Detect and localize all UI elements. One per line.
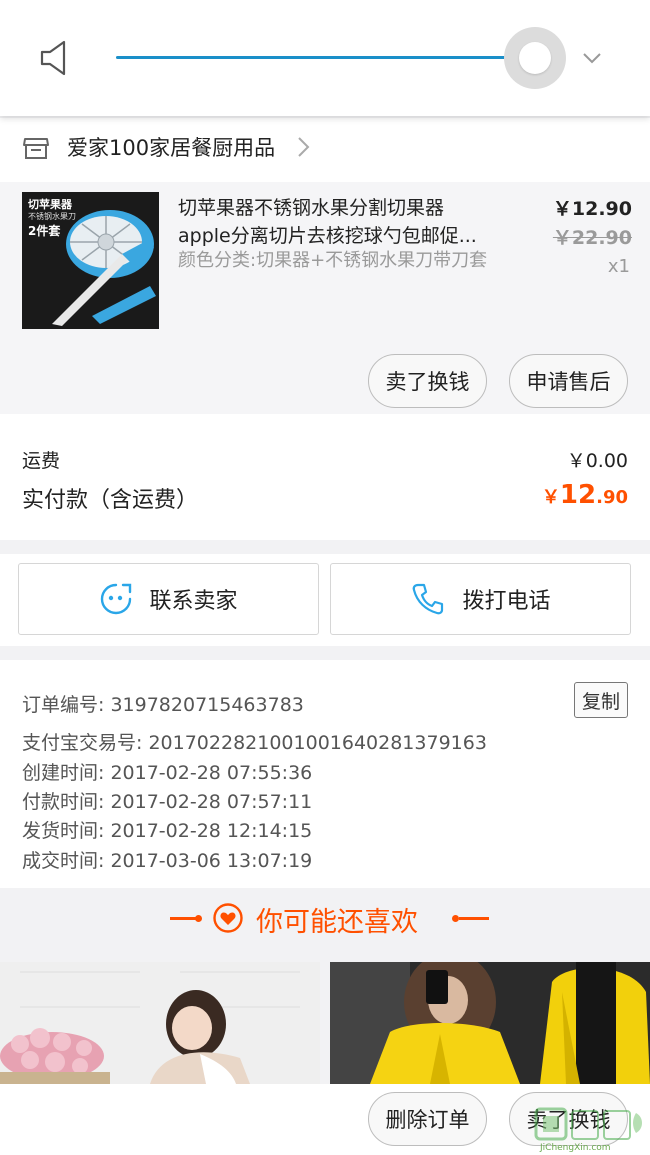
paid-time-value: 2017-02-28 07:57:11: [110, 791, 313, 813]
total-label: 实付款（含运费）: [22, 488, 199, 513]
total-value: ￥12.90: [542, 480, 628, 510]
order-number-value: 3197820715463783: [110, 694, 304, 716]
copy-button[interactable]: 复制: [574, 682, 628, 718]
product-title-line-2: apple分离切片去核挖球勺包邮促...: [178, 225, 477, 247]
contact-seller-button[interactable]: 联系卖家: [18, 563, 319, 635]
product-photo-yellow-jacket: [330, 962, 650, 1084]
product-title[interactable]: 切苹果器不锈钢水果分割切果器 apple分离切片去核挖球勺包邮促...: [178, 194, 518, 250]
completed-time-key: 成交时间:: [22, 850, 111, 872]
phone-icon: [413, 583, 444, 615]
order-number-row: 订单编号: 3197820715463783: [22, 690, 304, 717]
call-phone-label: 拨打电话: [462, 589, 551, 614]
original-price: ￥22.90: [552, 227, 632, 249]
recommended-product-2[interactable]: [330, 962, 650, 1084]
chevron-right-icon: [298, 137, 310, 157]
chat-face-icon: [101, 583, 132, 615]
product-thumbnail[interactable]: 切苹果器 不锈钢水果刀 2件套: [22, 192, 159, 329]
chevron-down-icon[interactable]: [580, 46, 604, 70]
decor-dot-right: [452, 915, 459, 922]
volume-panel: [0, 0, 650, 116]
call-phone-button[interactable]: 拨打电话: [330, 563, 631, 635]
recommended-product-1[interactable]: [0, 962, 320, 1084]
decor-dot-left: [195, 915, 202, 922]
paid-time-key: 付款时间:: [22, 791, 111, 813]
alipay-trade-row: 支付宝交易号: 2017022821001001640281379163: [22, 728, 487, 755]
shop-name: 爱家100家居餐厨用品: [67, 136, 276, 160]
shipped-time-value: 2017-02-28 12:14:15: [110, 820, 313, 842]
order-number-key: 订单编号:: [22, 694, 111, 716]
thumb-title: 切苹果器: [28, 198, 72, 211]
heart-circle-icon: [213, 903, 243, 933]
product-photo-woman-flowers: [0, 962, 320, 1084]
recommendation-header: 你可能还喜欢: [0, 888, 650, 950]
speaker-icon[interactable]: [38, 38, 78, 78]
decor-line-right: [459, 917, 489, 920]
completed-time-row: 成交时间: 2017-03-06 13:07:19: [22, 846, 312, 873]
watermark-text: JiChengXin.com: [540, 1143, 611, 1153]
sell-for-cash-button[interactable]: 卖了换钱: [368, 354, 487, 408]
shop-header[interactable]: 爱家100家居餐厨用品: [0, 118, 650, 182]
quantity: x1: [607, 256, 630, 277]
current-price: ￥12.90: [552, 198, 632, 220]
total-currency: ￥: [541, 487, 560, 508]
total-decimal: .90: [596, 487, 628, 508]
order-item[interactable]: 切苹果器 不锈钢水果刀 2件套 切苹果器不锈钢水果分割切果器 apple分离切片…: [0, 182, 650, 414]
delete-order-button[interactable]: 删除订单: [368, 1092, 487, 1146]
payment-summary: 运费 ￥0.00 实付款（含运费） ￥12.90: [0, 414, 650, 540]
total-integer: 12: [559, 480, 597, 510]
thumb-subtitle: 不锈钢水果刀: [28, 212, 76, 221]
contact-seller-label: 联系卖家: [149, 589, 238, 614]
shipped-time-row: 发货时间: 2017-02-28 12:14:15: [22, 816, 312, 843]
product-title-line-1: 切苹果器不锈钢水果分割切果器: [178, 197, 445, 219]
recommendation-grid: [0, 962, 650, 1084]
created-time-value: 2017-02-28 07:55:36: [110, 762, 313, 784]
created-time-row: 创建时间: 2017-02-28 07:55:36: [22, 758, 312, 785]
store-icon: [23, 138, 49, 159]
thumb-count: 2件套: [28, 224, 61, 238]
recommendation-title: 你可能还喜欢: [256, 907, 418, 938]
order-info: 订单编号: 3197820715463783 复制 支付宝交易号: 201702…: [0, 660, 650, 888]
paid-time-row: 付款时间: 2017-02-28 07:57:11: [22, 787, 312, 814]
alipay-trade-key: 支付宝交易号:: [22, 732, 149, 754]
volume-slider-handle[interactable]: [519, 42, 551, 74]
created-time-key: 创建时间:: [22, 762, 111, 784]
shipping-label: 运费: [22, 450, 61, 472]
shipped-time-key: 发货时间:: [22, 820, 111, 842]
volume-slider-track[interactable]: [116, 56, 536, 59]
shipping-value: ￥0.00: [566, 450, 628, 472]
after-sale-button[interactable]: 申请售后: [509, 354, 628, 408]
alipay-trade-value: 2017022821001001640281379163: [148, 732, 487, 754]
product-spec: 颜色分类:切果器+不锈钢水果刀带刀套: [178, 250, 488, 271]
completed-time-value: 2017-03-06 13:07:19: [110, 850, 313, 872]
contact-row: 联系卖家 拨打电话: [0, 554, 650, 646]
